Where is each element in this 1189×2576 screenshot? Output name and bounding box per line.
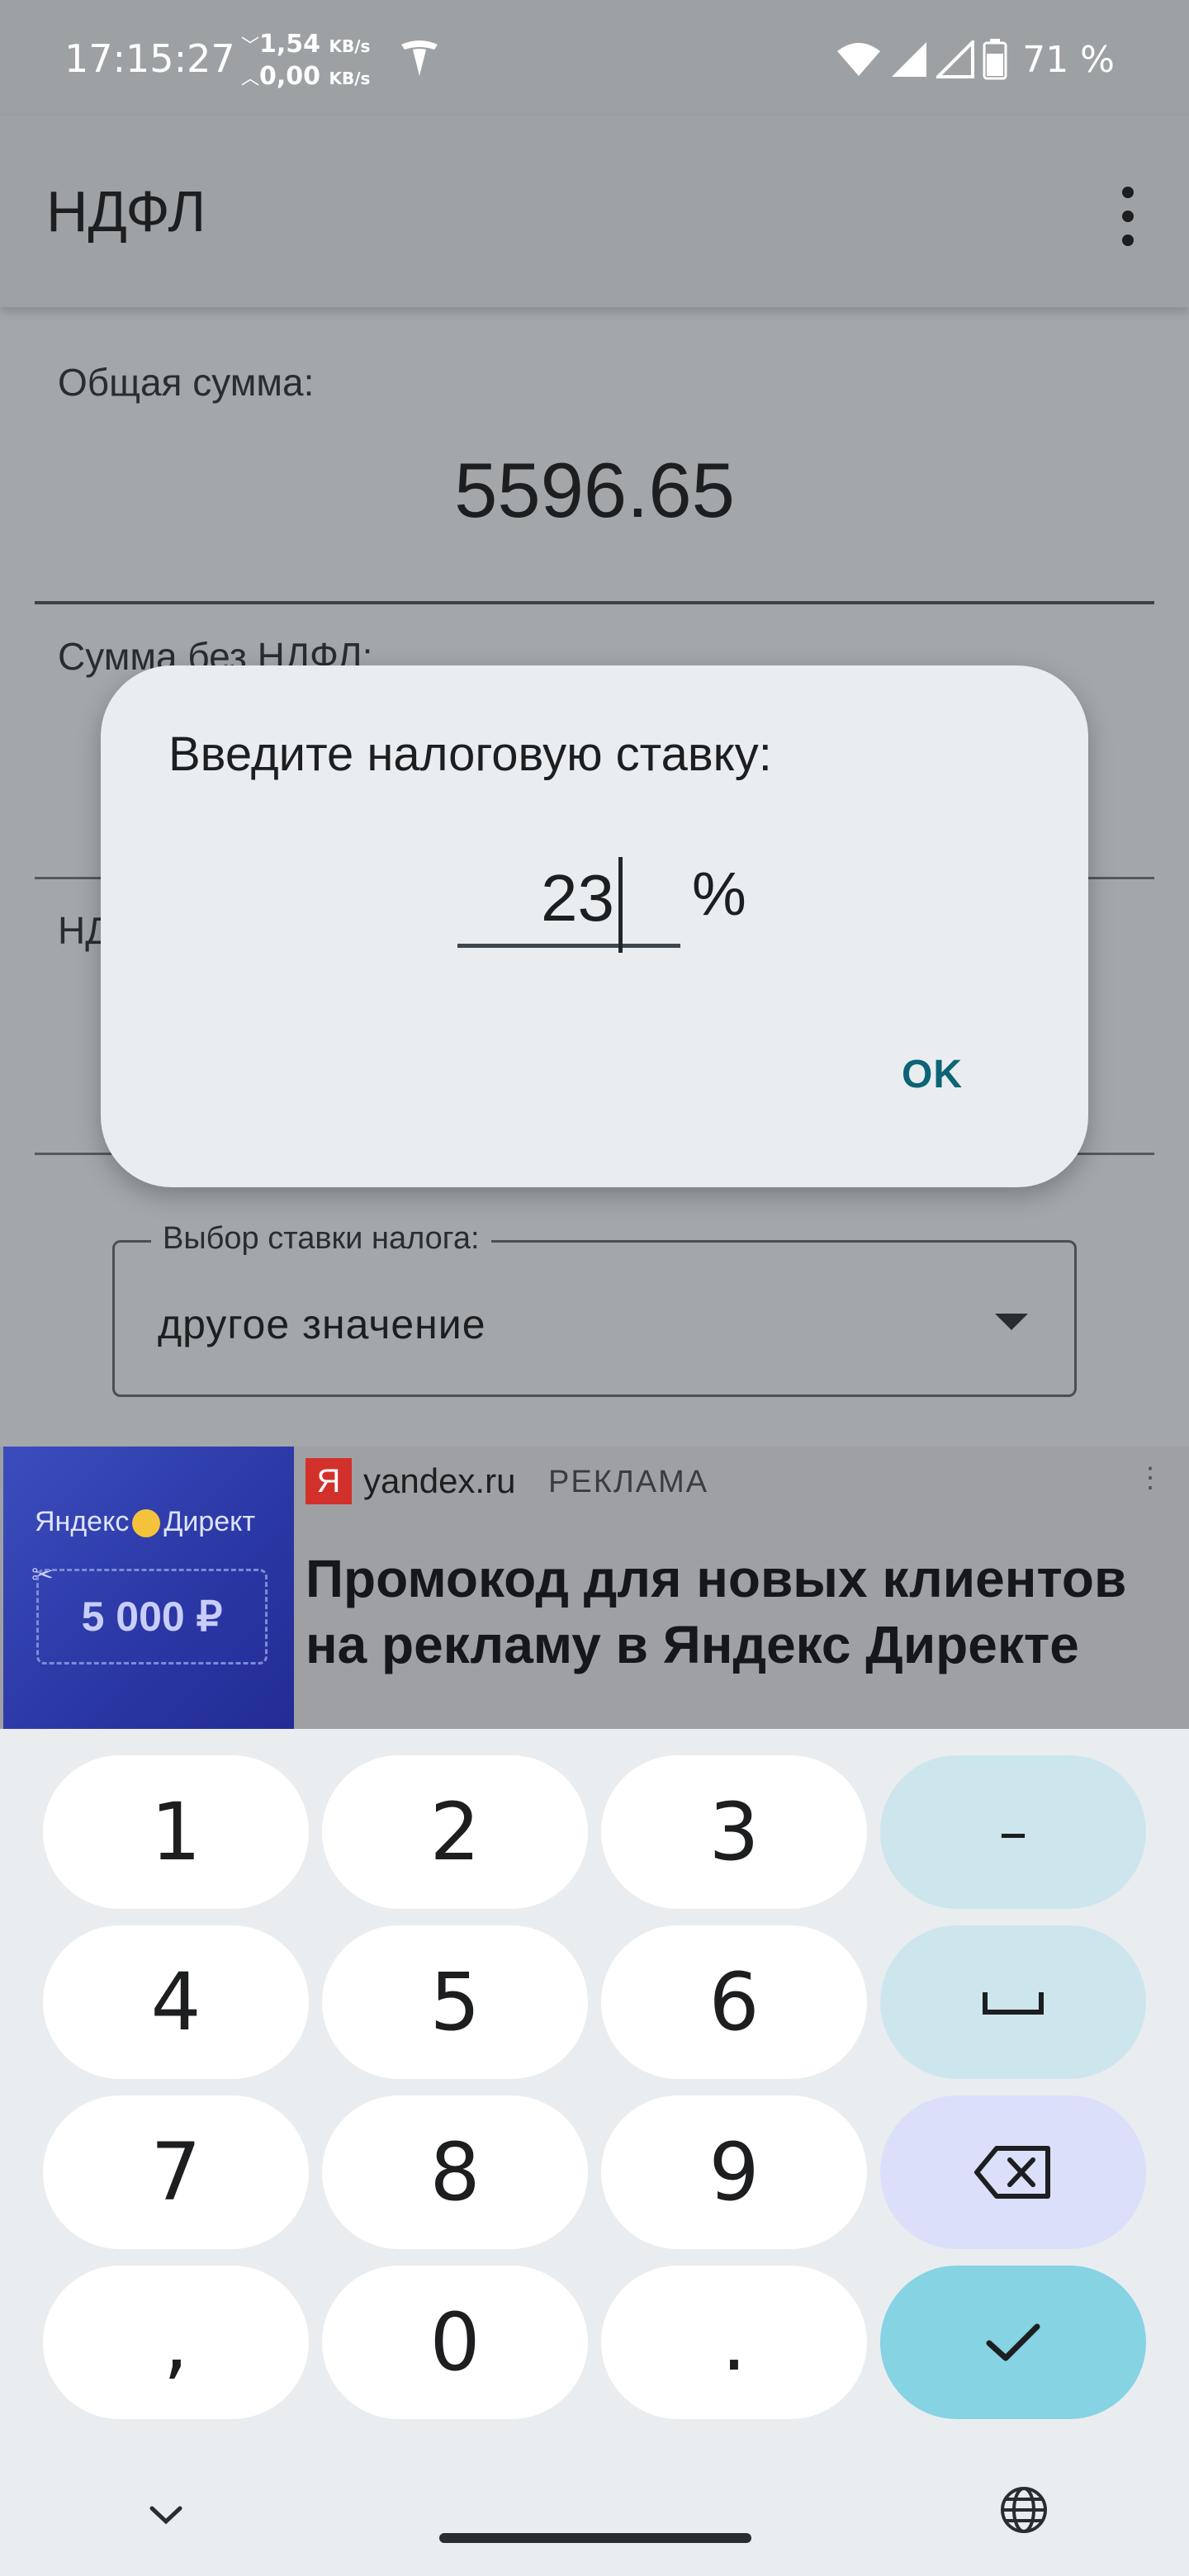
key-2[interactable]: 2 (322, 1755, 588, 1909)
numeric-keyboard: 1 2 3 – 4 5 6 7 8 9 , 0 . (0, 1729, 1189, 2576)
dropdown-arrow-icon (995, 1314, 1028, 1330)
signal-icon (892, 42, 927, 77)
percent-suffix: % (692, 859, 746, 928)
key-3[interactable]: 3 (601, 1755, 867, 1909)
globe-icon[interactable] (999, 2485, 1049, 2535)
key-4[interactable]: 4 (43, 1925, 309, 2079)
net-down-value: 1,54 (259, 30, 321, 59)
ad-coupon: 5 000 ₽ (36, 1569, 268, 1664)
key-space[interactable] (880, 1925, 1146, 2079)
wifi-icon (837, 43, 881, 76)
status-time: 17:15:27 (64, 36, 235, 81)
key-1[interactable]: 1 (43, 1755, 309, 1909)
ad-banner[interactable]: Яндекс Директ ✂ 5 000 ₽ Я yandex.ru РЕКЛА… (0, 1447, 1189, 1729)
chevron-down-icon[interactable] (149, 2505, 183, 2526)
key-9[interactable]: 9 (601, 2095, 867, 2249)
page-title: НДФЛ (46, 179, 206, 244)
battery-percent: 71 % (1022, 38, 1115, 81)
yandex-logo-icon: Я (306, 1458, 352, 1504)
tax-rate-dialog: Введите налоговую ставку: 23 % OK (101, 665, 1088, 1187)
ad-domain: yandex.ru (363, 1461, 516, 1500)
net-unit: KB/s (329, 69, 371, 88)
ad-label: РЕКЛАМА (548, 1465, 709, 1499)
dialog-title: Введите налоговую ставку: (168, 727, 772, 781)
ad-headline[interactable]: Промокод для новых клиентов на рекламу в… (306, 1546, 1181, 1678)
home-indicator[interactable] (439, 2533, 751, 2543)
net-up-value: 0,00 (259, 62, 321, 91)
status-bar: 17:15:27 ﹀1,54 KB/s ︿0,00 KB/s 71 % (0, 0, 1189, 116)
backspace-icon (974, 2146, 1050, 2199)
key-period[interactable]: . (601, 2266, 867, 2419)
tax-rate-select[interactable]: Выбор ставки налога: другое значение (112, 1221, 1077, 1397)
total-value[interactable]: 5596.65 (0, 446, 1189, 535)
key-enter[interactable] (880, 2266, 1146, 2419)
tax-rate-select-label: Выбор ставки налога: (151, 1221, 491, 1257)
text-cursor (618, 857, 623, 953)
net-unit: KB/s (329, 36, 371, 56)
tax-rate-select-value: другое значение (158, 1301, 486, 1347)
total-label: Общая сумма: (58, 361, 315, 404)
key-comma[interactable]: , (43, 2266, 309, 2419)
app-bar: НДФЛ (0, 116, 1189, 307)
space-bar-icon (983, 1992, 1044, 2015)
key-0[interactable]: 0 (322, 2266, 588, 2419)
overflow-menu-icon[interactable] (1113, 187, 1143, 246)
tesla-icon (401, 40, 438, 76)
checkmark-icon (986, 2323, 1040, 2361)
key-8[interactable]: 8 (322, 2095, 588, 2249)
key-minus[interactable]: – (880, 1755, 1146, 1909)
tax-rate-input-value: 23 (541, 861, 614, 935)
key-6[interactable]: 6 (601, 1925, 867, 2079)
key-5[interactable]: 5 (322, 1925, 588, 2079)
signal-icon (936, 40, 975, 78)
ad-more-icon[interactable]: ⋮ (1136, 1461, 1164, 1494)
key-7[interactable]: 7 (43, 2095, 309, 2249)
ad-image[interactable]: Яндекс Директ ✂ 5 000 ₽ (3, 1447, 294, 1729)
total-divider (35, 601, 1154, 604)
ad-brand: Яндекс Директ (35, 1506, 256, 1538)
network-speed: ﹀1,54 KB/s ︿0,00 KB/s (241, 30, 371, 91)
battery-icon (983, 39, 1007, 80)
key-backspace[interactable] (880, 2095, 1146, 2249)
ok-button[interactable]: OK (902, 1052, 963, 1097)
tax-rate-input[interactable]: 23 (457, 844, 680, 953)
